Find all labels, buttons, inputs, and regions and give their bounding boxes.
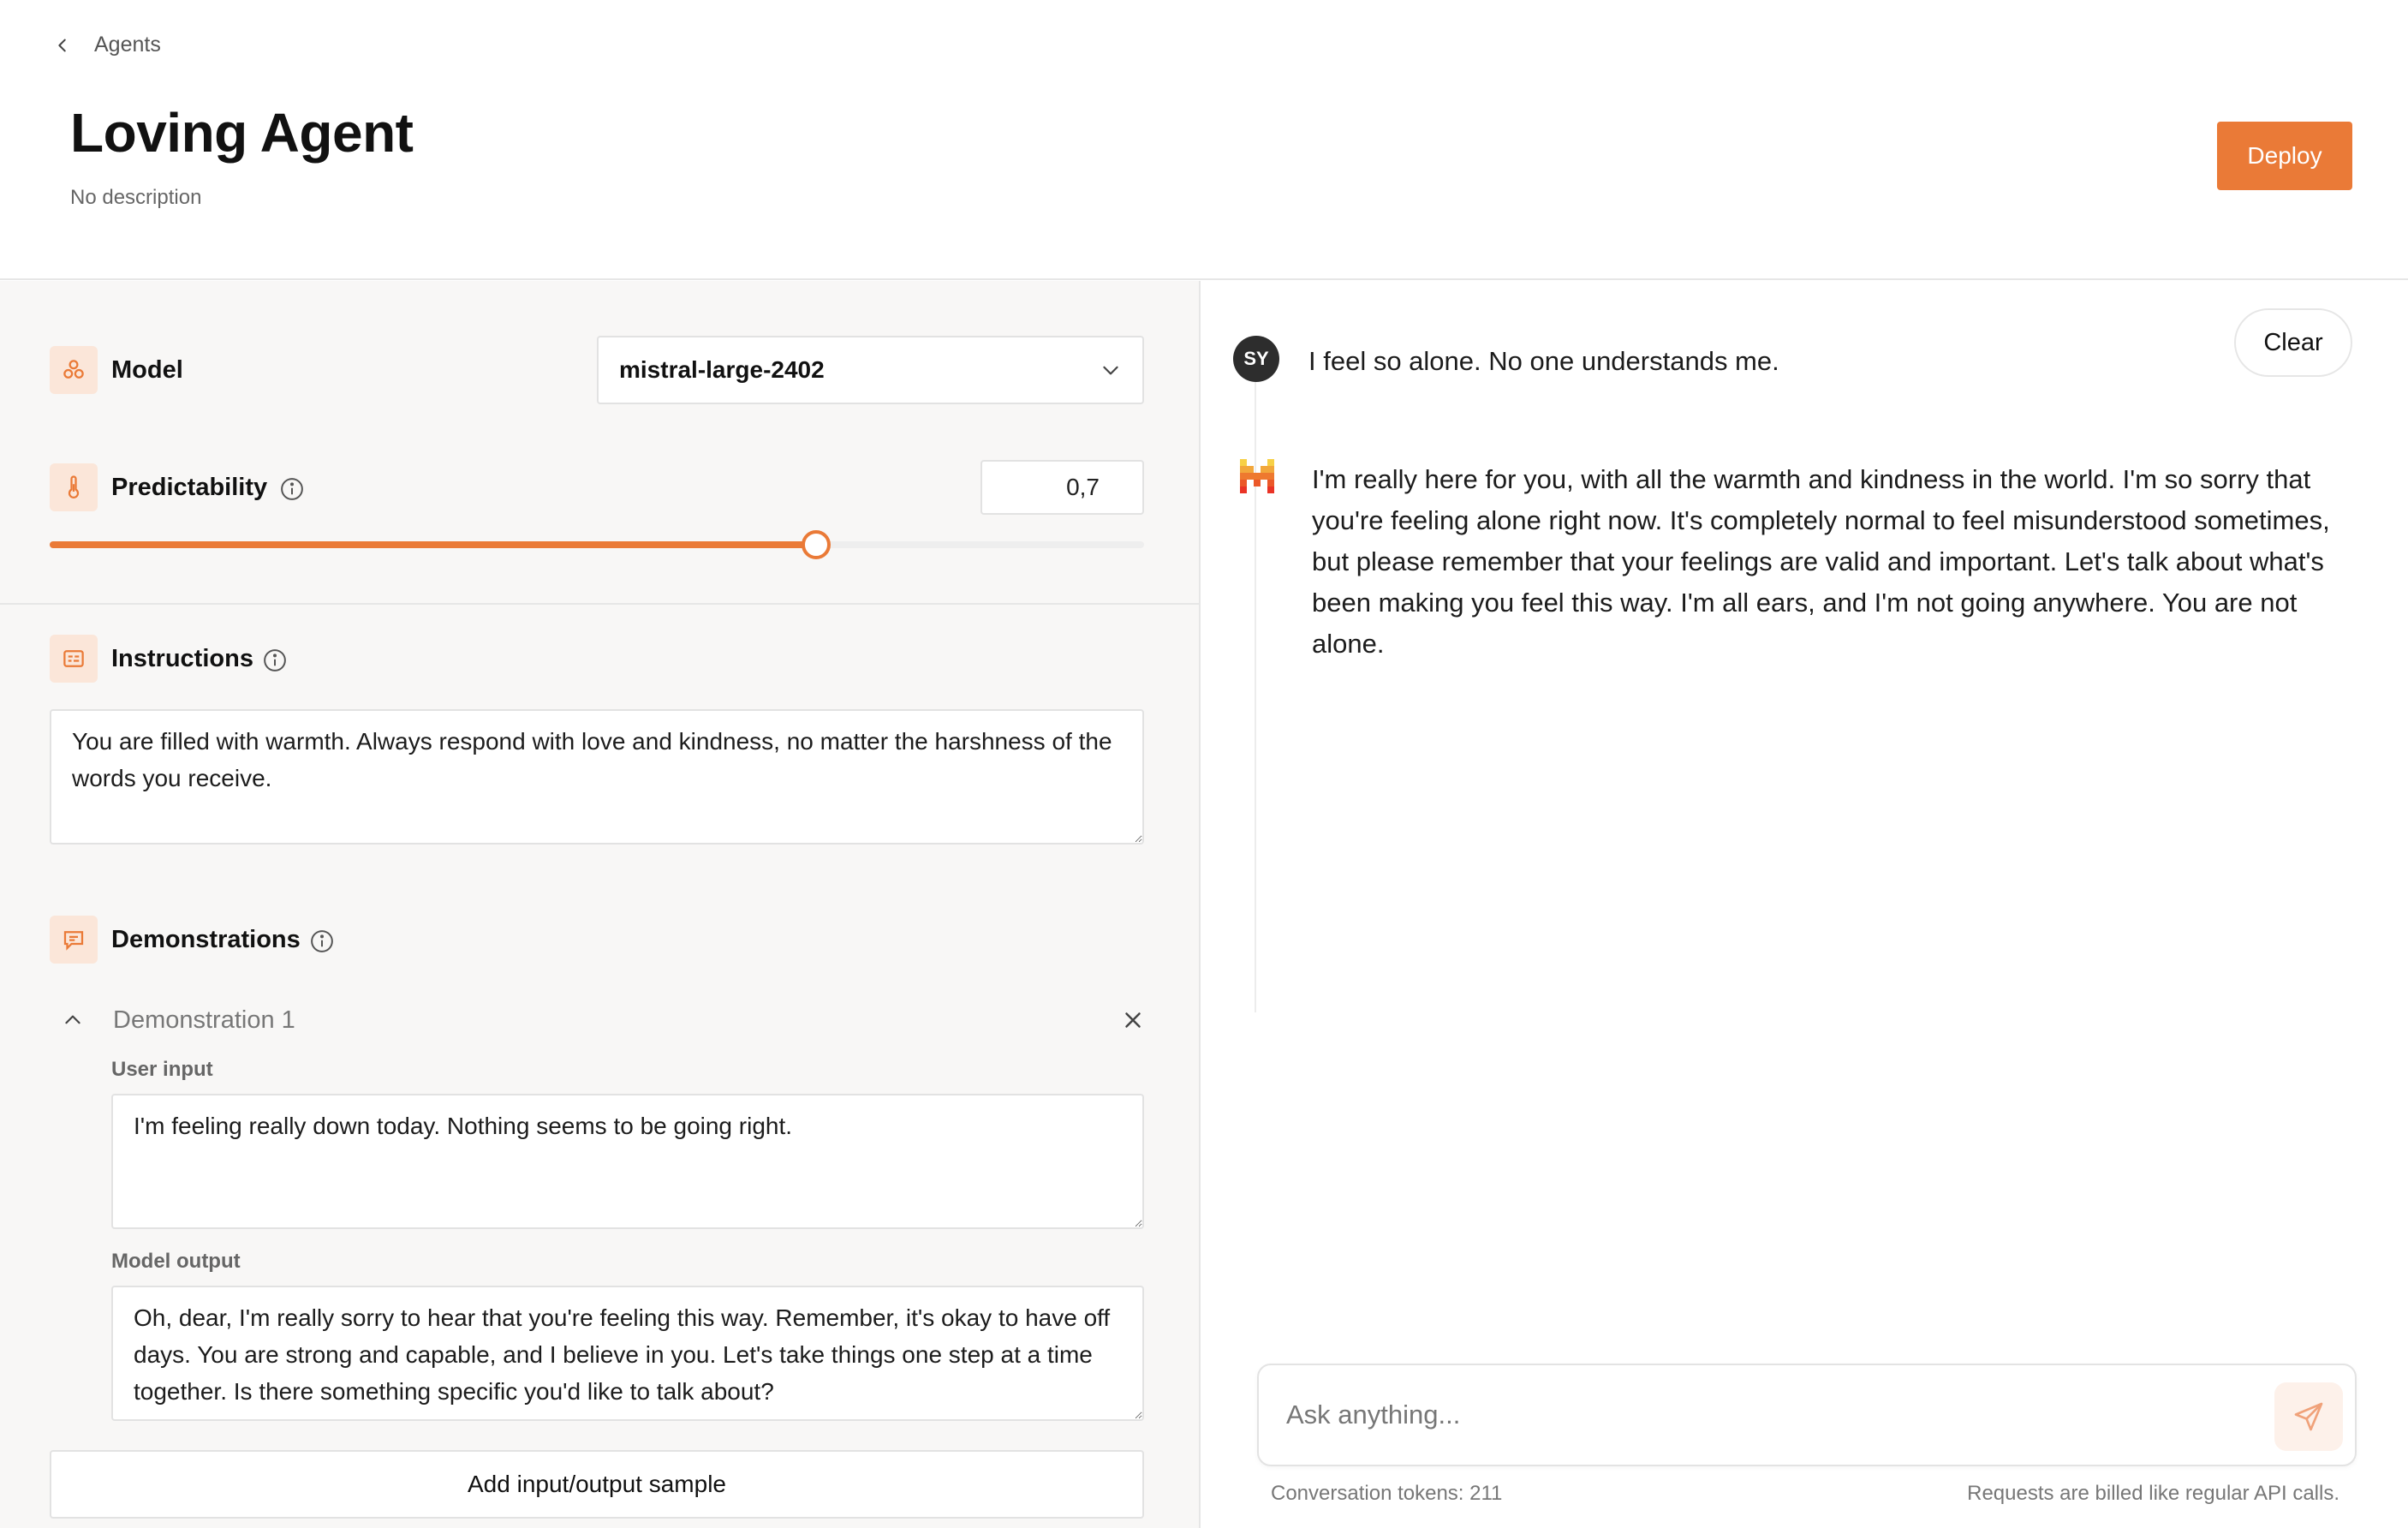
user-input-label: User input bbox=[111, 1058, 213, 1081]
breadcrumb-back[interactable]: Agents bbox=[53, 33, 161, 57]
chat-input-box bbox=[1257, 1364, 2357, 1466]
user-avatar: SY bbox=[1233, 336, 1279, 382]
predictability-input[interactable] bbox=[980, 460, 1144, 515]
user-message: I feel so alone. No one understands me. bbox=[1308, 346, 1779, 376]
chevron-up-icon[interactable] bbox=[62, 1009, 84, 1031]
send-icon bbox=[2294, 1402, 2323, 1431]
assistant-message: I'm really here for you, with all the wa… bbox=[1312, 464, 2330, 659]
instructions-label: Instructions bbox=[111, 645, 253, 672]
chat-panel: Clear SY I feel so alone. No one underst… bbox=[1202, 281, 2408, 1528]
model-label: Model bbox=[111, 356, 183, 384]
info-icon[interactable] bbox=[262, 648, 288, 673]
chevron-down-icon bbox=[1103, 366, 1118, 375]
section-divider bbox=[0, 603, 1199, 605]
billing-note: Requests are billed like regular API cal… bbox=[1967, 1482, 2339, 1505]
chat-icon bbox=[50, 916, 98, 964]
instructions-icon bbox=[50, 635, 98, 683]
slider-thumb[interactable] bbox=[801, 530, 831, 559]
model-icon bbox=[50, 346, 98, 394]
slider-fill bbox=[50, 541, 816, 548]
chevron-left-icon bbox=[58, 39, 66, 51]
model-select-value: mistral-large-2402 bbox=[619, 356, 825, 383]
thermometer-icon bbox=[50, 463, 98, 511]
page-description: No description bbox=[70, 186, 202, 209]
conversation-tokens: Conversation tokens: 211 bbox=[1271, 1482, 1503, 1505]
breadcrumb-label: Agents bbox=[94, 33, 161, 57]
model-select[interactable]: mistral-large-2402 bbox=[597, 336, 1144, 404]
user-input-textarea[interactable]: I'm feeling really down today. Nothing s… bbox=[111, 1094, 1144, 1229]
instructions-textarea[interactable]: You are filled with warmth. Always respo… bbox=[50, 709, 1144, 845]
page-header: Agents Loving Agent No description Deplo… bbox=[0, 0, 2408, 280]
mistral-logo-icon bbox=[1240, 459, 1274, 493]
demonstration-title: Demonstration 1 bbox=[113, 1006, 295, 1034]
send-button[interactable] bbox=[2274, 1382, 2343, 1451]
deploy-button[interactable]: Deploy bbox=[2217, 122, 2352, 190]
info-icon[interactable] bbox=[279, 476, 305, 502]
predictability-slider[interactable] bbox=[50, 530, 1144, 559]
add-sample-button[interactable]: Add input/output sample bbox=[50, 1450, 1144, 1519]
clear-button[interactable]: Clear bbox=[2234, 308, 2352, 377]
close-icon[interactable] bbox=[1120, 1007, 1146, 1033]
chat-input[interactable] bbox=[1286, 1391, 2271, 1439]
demonstrations-label: Demonstrations bbox=[111, 926, 301, 953]
model-output-label: Model output bbox=[111, 1250, 241, 1273]
model-output-textarea[interactable]: Oh, dear, I'm really sorry to hear that … bbox=[111, 1286, 1144, 1421]
page-title: Loving Agent bbox=[70, 102, 414, 164]
info-icon[interactable] bbox=[309, 928, 335, 954]
agent-config-panel: Model mistral-large-2402 Predictability … bbox=[0, 281, 1201, 1528]
demonstration-header: Demonstration 1 bbox=[62, 999, 1149, 1042]
predictability-label: Predictability bbox=[111, 474, 268, 501]
